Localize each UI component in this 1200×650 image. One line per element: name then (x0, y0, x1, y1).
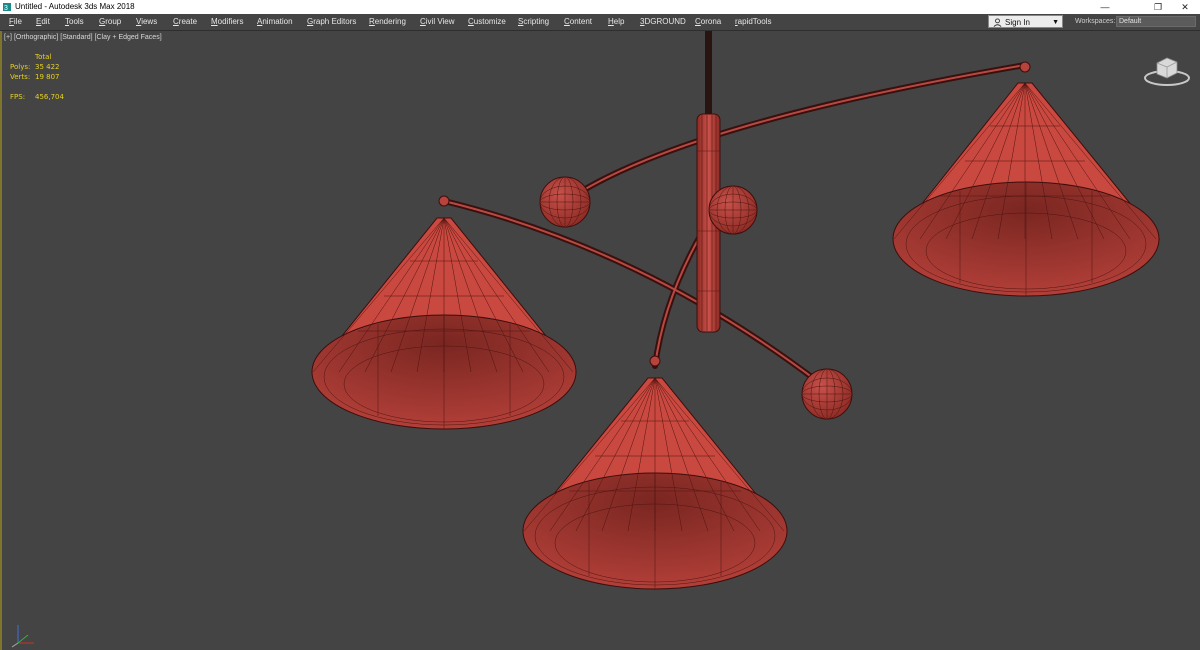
stats-polys-label: Polys: (10, 63, 31, 71)
viewport-label: [+] [Orthographic] [Standard] [Clay + Ed… (4, 34, 162, 41)
viewport-active-border (0, 31, 2, 650)
menu-modifiers[interactable]: Modifiers (210, 14, 244, 30)
minimize-button[interactable]: — (1090, 0, 1120, 14)
workspaces-select[interactable]: Default (1116, 16, 1196, 27)
menu-file[interactable]: File (8, 14, 23, 30)
sphere-center (708, 185, 758, 235)
svg-text:3: 3 (4, 5, 8, 11)
perspective-viewport[interactable]: [+] [Orthographic] [Standard] [Clay + Ed… (0, 31, 1200, 650)
lamp-shade-right (892, 61, 1161, 297)
stats-verts-value: 19 807 (35, 73, 60, 81)
menu-tools[interactable]: Tools (64, 14, 85, 30)
stats-total-header: Total (35, 53, 52, 61)
menu-rendering[interactable]: Rendering (368, 14, 407, 30)
menu-create[interactable]: Create (172, 14, 198, 30)
menu-graph-editors[interactable]: Graph Editors (306, 14, 357, 30)
stats-fps-value: 456,704 (35, 93, 64, 101)
viewport-menu-plus[interactable]: [+] (4, 34, 12, 41)
sphere-right (801, 368, 853, 420)
menu-bar: File Edit Tools Group Views Create Modif… (0, 14, 1200, 31)
viewcube-icon[interactable] (1140, 49, 1195, 89)
workspaces-label: Workspaces: (1075, 18, 1116, 25)
menu-group[interactable]: Group (98, 14, 122, 30)
menu-edit[interactable]: Edit (35, 14, 51, 30)
title-bar: 3 Untitled - Autodesk 3ds Max 2018 — ❐ ✕ (0, 0, 1200, 14)
menu-rapidtools[interactable]: rapidTools (734, 14, 772, 30)
window-title: Untitled - Autodesk 3ds Max 2018 (15, 2, 135, 11)
sphere-left (539, 176, 591, 228)
3dsmax-app-icon: 3 (3, 3, 11, 11)
sign-in-label: Sign In (1005, 18, 1030, 27)
menu-animation[interactable]: Animation (256, 14, 294, 30)
stats-fps-label: FPS: (10, 93, 26, 101)
viewport-shading-standard[interactable]: [Standard] (60, 34, 92, 41)
sign-in-dropdown[interactable]: Sign In ▼ (988, 15, 1063, 28)
chevron-down-icon: ▼ (1052, 19, 1059, 26)
restore-button[interactable]: ❐ (1143, 0, 1173, 14)
stats-verts-label: Verts: (10, 73, 31, 81)
close-button[interactable]: ✕ (1170, 0, 1200, 14)
menu-3dground[interactable]: 3DGROUND (639, 14, 687, 30)
menu-views[interactable]: Views (135, 14, 158, 30)
menu-scripting[interactable]: Scripting (517, 14, 550, 30)
user-icon (993, 18, 1002, 27)
viewport-display-mode[interactable]: [Clay + Edged Faces] (95, 34, 162, 41)
menu-corona[interactable]: Corona (694, 14, 722, 30)
axis-tripod-icon (11, 625, 34, 648)
scene-render (311, 31, 1161, 590)
menu-help[interactable]: Help (607, 14, 625, 30)
menu-content[interactable]: Content (563, 14, 593, 30)
ceiling-rod (705, 31, 712, 116)
viewport-point-of-view[interactable]: [Orthographic] (14, 34, 58, 41)
stats-polys-value: 35 422 (35, 63, 60, 71)
menu-customize[interactable]: Customize (467, 14, 507, 30)
menu-civil-view[interactable]: Civil View (419, 14, 456, 30)
